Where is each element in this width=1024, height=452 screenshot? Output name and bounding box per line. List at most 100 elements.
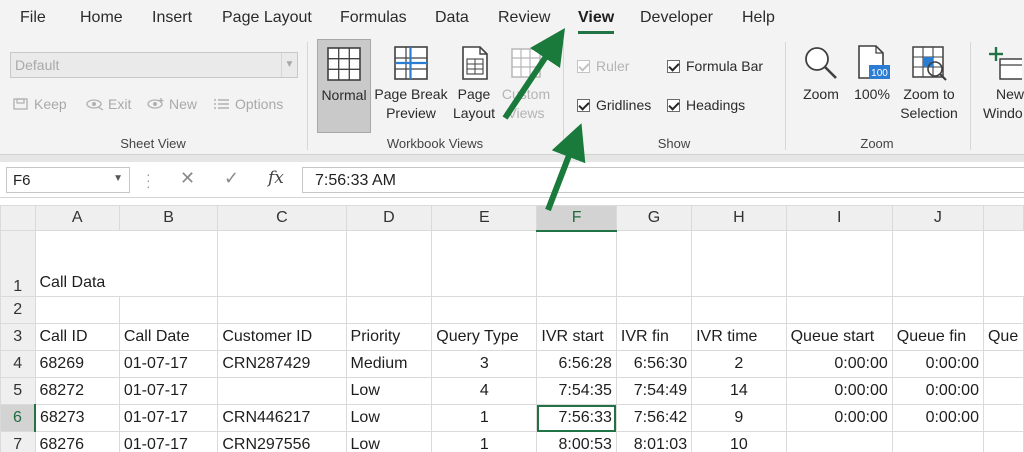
cell[interactable] [891, 230, 984, 297]
cell[interactable]: 2 [691, 350, 787, 378]
cell[interactable]: 9 [691, 404, 787, 432]
cell-header[interactable]: Priority [345, 323, 433, 351]
normal-view-button[interactable]: Normal [317, 39, 371, 133]
cell[interactable]: 0:00:00 [785, 404, 893, 432]
cell[interactable] [615, 296, 693, 324]
cell[interactable]: 68276 [34, 431, 120, 452]
row-header[interactable]: 5 [0, 377, 36, 405]
cell[interactable]: 0:00:00 [891, 350, 984, 378]
column-header[interactable]: G [615, 205, 693, 231]
cell[interactable] [34, 296, 120, 324]
cell[interactable]: 6:56:28 [536, 350, 617, 378]
cell-header[interactable]: Call ID [34, 323, 120, 351]
column-header[interactable] [982, 205, 1024, 231]
column-header[interactable]: D [345, 205, 433, 231]
formula-input[interactable]: 7:56:33 AM [302, 167, 1024, 193]
cell[interactable]: 68269 [34, 350, 120, 378]
cell[interactable]: CRN446217 [217, 404, 347, 432]
row-header[interactable]: 4 [0, 350, 36, 378]
cell[interactable] [431, 296, 538, 324]
cell[interactable]: 0:00:00 [891, 404, 984, 432]
cell[interactable]: 6:56:30 [615, 350, 693, 378]
insert-function-icon[interactable]: fx [268, 168, 284, 188]
cell[interactable] [345, 296, 433, 324]
row-header-selected[interactable]: 6 [0, 404, 36, 432]
cell[interactable]: 7:54:49 [615, 377, 693, 405]
column-header[interactable]: A [34, 205, 120, 231]
cell[interactable]: 8:01:03 [615, 431, 693, 452]
cell-header[interactable]: IVR time [691, 323, 787, 351]
formula-bar-checkbox[interactable]: Formula Bar [667, 58, 763, 74]
cell-header[interactable]: Query Type [431, 323, 538, 351]
cell-header[interactable]: Call Date [118, 323, 219, 351]
cell[interactable]: 10 [691, 431, 787, 452]
zoom-100-button[interactable]: 100 100% [850, 45, 894, 104]
cell[interactable] [891, 296, 984, 324]
menu-view[interactable]: View [578, 9, 614, 27]
menu-data[interactable]: Data [435, 9, 469, 27]
cell[interactable]: Medium [345, 350, 433, 378]
cell[interactable]: 01-07-17 [118, 350, 219, 378]
row-header[interactable]: 1 [0, 230, 36, 297]
menu-review[interactable]: Review [498, 9, 550, 27]
cell[interactable] [785, 296, 893, 324]
cell[interactable] [891, 431, 984, 452]
column-header[interactable]: H [691, 205, 787, 231]
cell[interactable] [691, 296, 787, 324]
menu-insert[interactable]: Insert [152, 9, 192, 27]
cell[interactable]: 7:54:35 [536, 377, 617, 405]
zoom-to-selection-button[interactable]: Zoom to Selection [896, 45, 962, 123]
cell[interactable] [536, 296, 617, 324]
cell[interactable] [982, 431, 1024, 452]
name-box[interactable]: F6 ▼ [6, 167, 130, 193]
cell-header[interactable]: IVR start [536, 323, 617, 351]
column-header[interactable]: E [431, 205, 538, 231]
menu-formulas[interactable]: Formulas [340, 9, 407, 27]
cell[interactable] [615, 230, 693, 297]
zoom-button[interactable]: Zoom [796, 45, 846, 104]
active-cell[interactable]: 7:56:33 [536, 404, 617, 432]
cell-header[interactable]: Que [982, 323, 1024, 351]
column-header[interactable]: J [891, 205, 984, 231]
row-header[interactable]: 7 [0, 431, 36, 452]
row-header[interactable]: 3 [0, 323, 36, 351]
menu-page-layout[interactable]: Page Layout [222, 9, 312, 27]
cell[interactable]: 0:00:00 [785, 377, 893, 405]
resize-handle-icon[interactable]: · · · [146, 167, 151, 193]
select-all-corner[interactable] [0, 205, 36, 231]
cell[interactable]: CRN287429 [217, 350, 347, 378]
cell[interactable] [431, 230, 538, 297]
column-header-selected[interactable]: F [536, 205, 617, 232]
cell[interactable] [982, 296, 1024, 324]
page-break-preview-button[interactable]: Page Break Preview [373, 45, 449, 123]
cell[interactable]: 0:00:00 [785, 350, 893, 378]
cell[interactable]: Call Data [34, 230, 219, 297]
cell[interactable]: Low [345, 431, 433, 452]
gridlines-checkbox[interactable]: Gridlines [577, 97, 651, 113]
page-layout-button[interactable]: Page Layout [451, 45, 497, 123]
cell[interactable]: 7:56:42 [615, 404, 693, 432]
cell[interactable]: 01-07-17 [118, 404, 219, 432]
cell[interactable]: 0:00:00 [891, 377, 984, 405]
enter-check-icon[interactable]: ✓ [224, 168, 239, 189]
cell[interactable]: 14 [691, 377, 787, 405]
cell[interactable]: 3 [431, 350, 538, 378]
cell[interactable] [785, 431, 893, 452]
cell[interactable] [217, 296, 347, 324]
cell[interactable] [217, 377, 347, 405]
cell[interactable]: 01-07-17 [118, 377, 219, 405]
headings-checkbox[interactable]: Headings [667, 97, 745, 113]
cell[interactable] [982, 404, 1024, 432]
menu-home[interactable]: Home [80, 9, 123, 27]
cell[interactable]: Low [345, 404, 433, 432]
cell[interactable]: 8:00:53 [536, 431, 617, 452]
menu-file[interactable]: File [20, 9, 46, 27]
cell[interactable]: CRN297556 [217, 431, 347, 452]
cell-header[interactable]: IVR fin [615, 323, 693, 351]
column-header[interactable]: B [118, 205, 219, 231]
cell[interactable] [118, 296, 219, 324]
cell[interactable]: 4 [431, 377, 538, 405]
cell[interactable] [691, 230, 787, 297]
cell[interactable] [785, 230, 893, 297]
menu-developer[interactable]: Developer [640, 9, 713, 27]
